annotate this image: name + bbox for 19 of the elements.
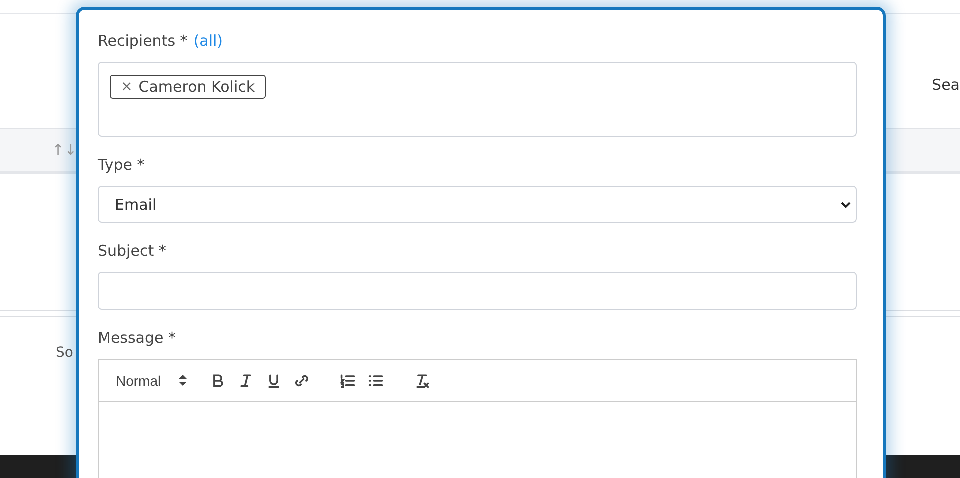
italic-icon[interactable]: [238, 372, 254, 388]
bullet-list-icon[interactable]: [368, 372, 384, 388]
link-icon[interactable]: [294, 372, 310, 388]
remove-icon[interactable]: ×: [121, 79, 133, 95]
up-down-icon: [179, 375, 188, 386]
search-label: Sea: [932, 75, 960, 94]
footer-label: So: [56, 345, 74, 361]
recipients-field[interactable]: × Cameron Kolick: [98, 62, 857, 137]
underline-icon[interactable]: [266, 372, 282, 388]
field-label: Type *: [98, 156, 145, 174]
clear-format-icon[interactable]: [414, 372, 430, 388]
field-label: Message *: [98, 329, 176, 347]
field-label: Subject *: [98, 242, 166, 260]
format-dropdown[interactable]: Normal: [116, 372, 188, 388]
recipient-name: Cameron Kolick: [138, 78, 256, 96]
field-label: Recipients *: [98, 32, 188, 50]
numbered-list-icon[interactable]: [340, 372, 356, 388]
type-select[interactable]: Email: [98, 186, 857, 223]
select-all-link[interactable]: (all): [194, 32, 224, 50]
